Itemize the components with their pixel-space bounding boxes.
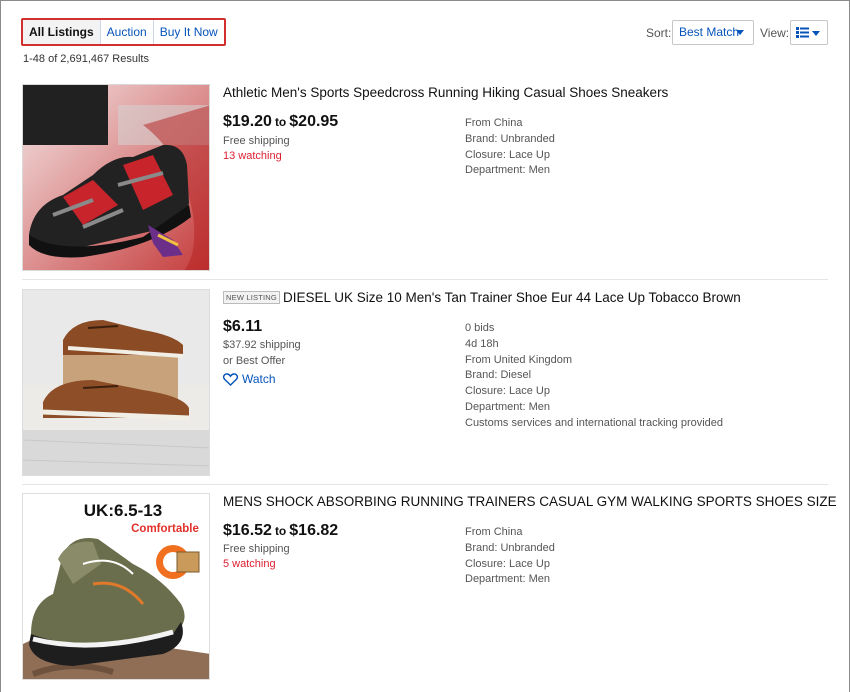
listing-title[interactable]: Athletic Men's Sports Speedcross Running…	[223, 85, 668, 100]
price-to: to	[274, 524, 287, 538]
listing-title[interactable]: NEW LISTING DIESEL UK Size 10 Men's Tan T…	[223, 290, 741, 305]
tab-auction[interactable]: Auction	[101, 20, 154, 44]
attribute: Brand: Unbranded	[465, 132, 555, 145]
attribute: From United Kingdom	[465, 353, 572, 366]
sort-dropdown[interactable]: Best Match	[672, 20, 754, 45]
new-listing-badge: NEW LISTING	[223, 291, 280, 304]
watching-count: 13 watching	[223, 150, 282, 162]
watch-label: Watch	[242, 372, 276, 386]
shoe-image	[23, 290, 209, 475]
view-label: View:	[760, 26, 790, 40]
shipping-text: Free shipping	[223, 135, 290, 147]
product-image[interactable]	[22, 289, 210, 476]
shipping-text: $37.92 shipping	[223, 339, 301, 351]
attribute: Department: Men	[465, 164, 550, 177]
attribute: 0 bids	[465, 322, 495, 334]
heart-icon	[223, 372, 238, 386]
listing-title[interactable]: MENS SHOCK ABSORBING RUNNING TRAINERS CA…	[223, 494, 837, 509]
attribute: Brand: Diesel	[465, 369, 532, 382]
price-low: $16.52	[223, 522, 272, 539]
chevron-down-icon	[736, 30, 744, 35]
attribute-list: From China Brand: Unbranded Closure: Lac…	[465, 116, 555, 179]
view-dropdown[interactable]	[790, 20, 828, 45]
price-low: $19.20	[223, 113, 272, 130]
tab-buy-it-now[interactable]: Buy It Now	[154, 20, 224, 44]
chevron-down-icon	[812, 31, 820, 36]
listing-price: $19.20 to $20.95	[223, 113, 338, 131]
divider	[22, 484, 828, 485]
attribute: Customs services and international track…	[465, 416, 724, 429]
trainer-image: UK:6.5-13 Comfortable	[23, 494, 209, 679]
image-tag-text: Comfortable	[131, 523, 199, 535]
results-count: 1-48 of 2,691,467 Results	[23, 53, 149, 65]
watch-button[interactable]: Watch	[223, 372, 276, 386]
divider	[22, 279, 828, 280]
listing-price: $6.11	[223, 318, 263, 335]
attribute: Closure: Lace Up	[465, 148, 550, 161]
watching-count: 5 watching	[223, 558, 276, 570]
attribute: Closure: Lace Up	[465, 557, 550, 570]
product-image[interactable]	[22, 84, 210, 271]
sort-label: Sort:	[646, 26, 672, 40]
attribute: From China	[465, 526, 523, 538]
product-image[interactable]: UK:6.5-13 Comfortable	[22, 493, 210, 680]
price-to: to	[274, 115, 287, 129]
attribute-list: From China Brand: Unbranded Closure: Lac…	[465, 525, 555, 588]
sneaker-image	[23, 85, 209, 270]
price-high: $20.95	[289, 113, 339, 130]
sort-value: Best Match	[679, 25, 740, 39]
attribute-list: 0 bids 4d 18h From United Kingdom Brand:…	[465, 321, 723, 432]
price-high: $16.82	[289, 522, 339, 539]
attribute: Brand: Unbranded	[465, 541, 555, 554]
listing-price: $16.52 to $16.82	[223, 522, 338, 540]
tab-all-listings[interactable]: All Listings	[23, 20, 101, 44]
list-view-icon	[796, 27, 809, 38]
listing-item: NEW LISTING DIESEL UK Size 10 Men's Tan T…	[22, 289, 828, 479]
attribute: Department: Men	[465, 400, 550, 413]
listing-title-text: DIESEL UK Size 10 Men's Tan Trainer Shoe…	[282, 290, 741, 305]
attribute: Department: Men	[465, 573, 550, 586]
image-size-text: UK:6.5-13	[84, 501, 162, 520]
shipping-text: Free shipping	[223, 543, 290, 555]
best-offer-text: or Best Offer	[223, 355, 286, 367]
listing-type-tabs: All Listings Auction Buy It Now	[21, 18, 226, 46]
listing-item: UK:6.5-13 Comfortable MENS SHOCK ABSORBI…	[22, 493, 837, 683]
attribute: From China	[465, 117, 523, 129]
attribute: 4d 18h	[465, 337, 499, 350]
attribute: Closure: Lace Up	[465, 385, 550, 398]
listing-item: Athletic Men's Sports Speedcross Running…	[22, 84, 828, 274]
